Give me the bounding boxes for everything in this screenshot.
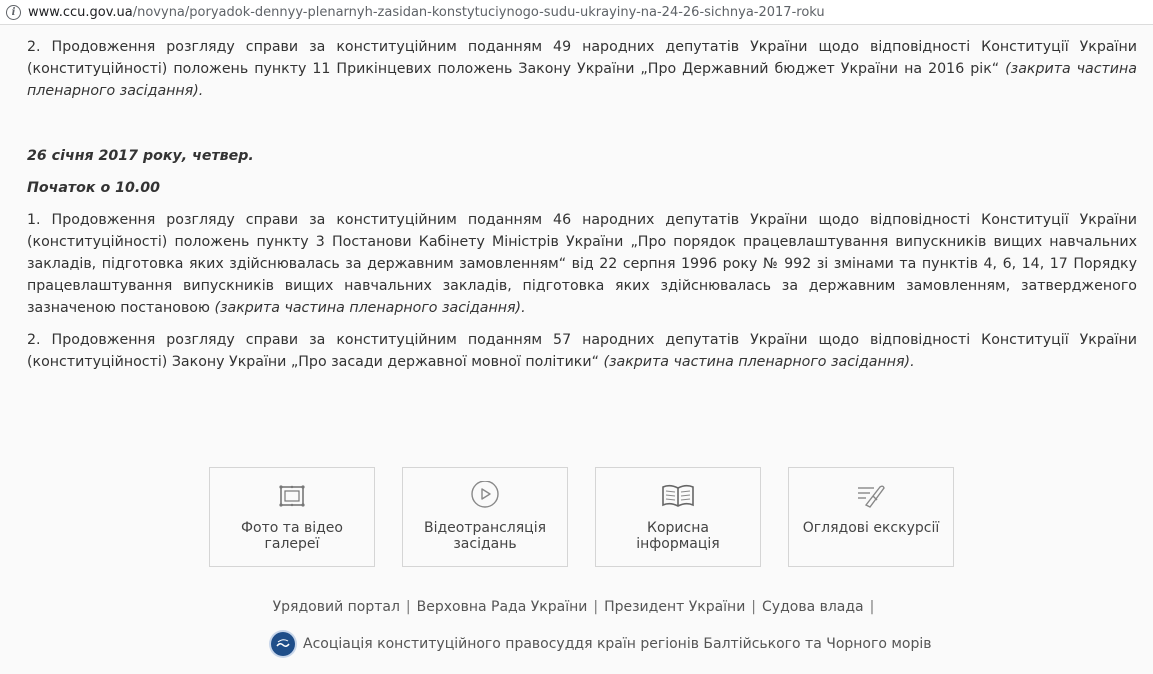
article-content: 2. Продовження розгляду справи за консти… (27, 36, 1137, 373)
start-time: Початок о 10.00 (27, 180, 161, 196)
play-circle-icon (471, 481, 499, 508)
footer-links: Урядовий портал | Верховна Рада України | Пр… (0, 599, 1153, 615)
tile-label: Оглядові екскурсії (802, 520, 940, 536)
agenda-item-text: 2. Продовження розгляду справи за консти… (27, 332, 1137, 370)
agenda-item-2-jan24: 2. Продовження розгляду справи за консти… (27, 36, 1137, 102)
association-label: Асоціація конституційного правосуддя кра… (303, 636, 932, 652)
info-icon[interactable]: i (6, 4, 21, 20)
link-president[interactable]: Президент України (604, 599, 745, 615)
photo-frame-icon (279, 485, 305, 507)
tile-label: галереї (264, 536, 320, 552)
tile-useful-info[interactable]: Корисна інформація (595, 467, 761, 567)
agenda-item-2-jan26: 2. Продовження розгляду справи за консти… (27, 329, 1137, 373)
tile-label: Відеотрансляція (423, 520, 547, 536)
link-separator: | (869, 599, 875, 615)
date-heading: 26 січня 2017 року, четвер. (27, 148, 254, 164)
tile-label: Фото та відео (241, 520, 343, 536)
link-government-portal[interactable]: Урядовий портал (273, 599, 400, 615)
agenda-item-text: 1. Продовження розгляду справи за консти… (27, 212, 1137, 316)
association-link[interactable]: Асоціація конституційного правосуддя кра… (271, 631, 932, 657)
url-text[interactable]: www.ccu.gov.ua/novyna/poryadok-dennyy-pl… (28, 5, 825, 20)
tile-video-broadcast[interactable]: Відеотрансляція засідань (402, 467, 568, 567)
agenda-item-note: (закрита частина пленарного засідання). (603, 354, 915, 370)
link-verkhovna-rada[interactable]: Верховна Рада України (417, 599, 588, 615)
address-bar[interactable]: i www.ccu.gov.ua/novyna/poryadok-dennyy-… (0, 0, 1153, 25)
tile-excursions[interactable]: Оглядові екскурсії (788, 467, 954, 567)
tile-label: Корисна (647, 520, 709, 536)
link-separator: | (405, 599, 411, 615)
link-separator: | (751, 599, 757, 615)
association-logo-icon (271, 632, 295, 656)
url-host: www.ccu.gov.ua (28, 4, 133, 20)
ticket-pen-icon (858, 485, 885, 508)
open-book-icon (662, 484, 694, 507)
link-judiciary[interactable]: Судова влада (762, 599, 864, 615)
agenda-item-note: (закрита частина пленарного засідання). (214, 300, 526, 316)
url-path: /novyna/poryadok-dennyy-plenarnyh-zasida… (132, 4, 825, 20)
agenda-item-1-jan26: 1. Продовження розгляду справи за консти… (27, 209, 1137, 319)
link-separator: | (593, 599, 599, 615)
tile-label: засідань (453, 536, 517, 552)
tile-label: інформація (636, 536, 720, 552)
tile-photo-video-gallery[interactable]: Фото та відео галереї (209, 467, 375, 567)
agenda-item-text: 2. Продовження розгляду справи за консти… (27, 39, 1137, 77)
